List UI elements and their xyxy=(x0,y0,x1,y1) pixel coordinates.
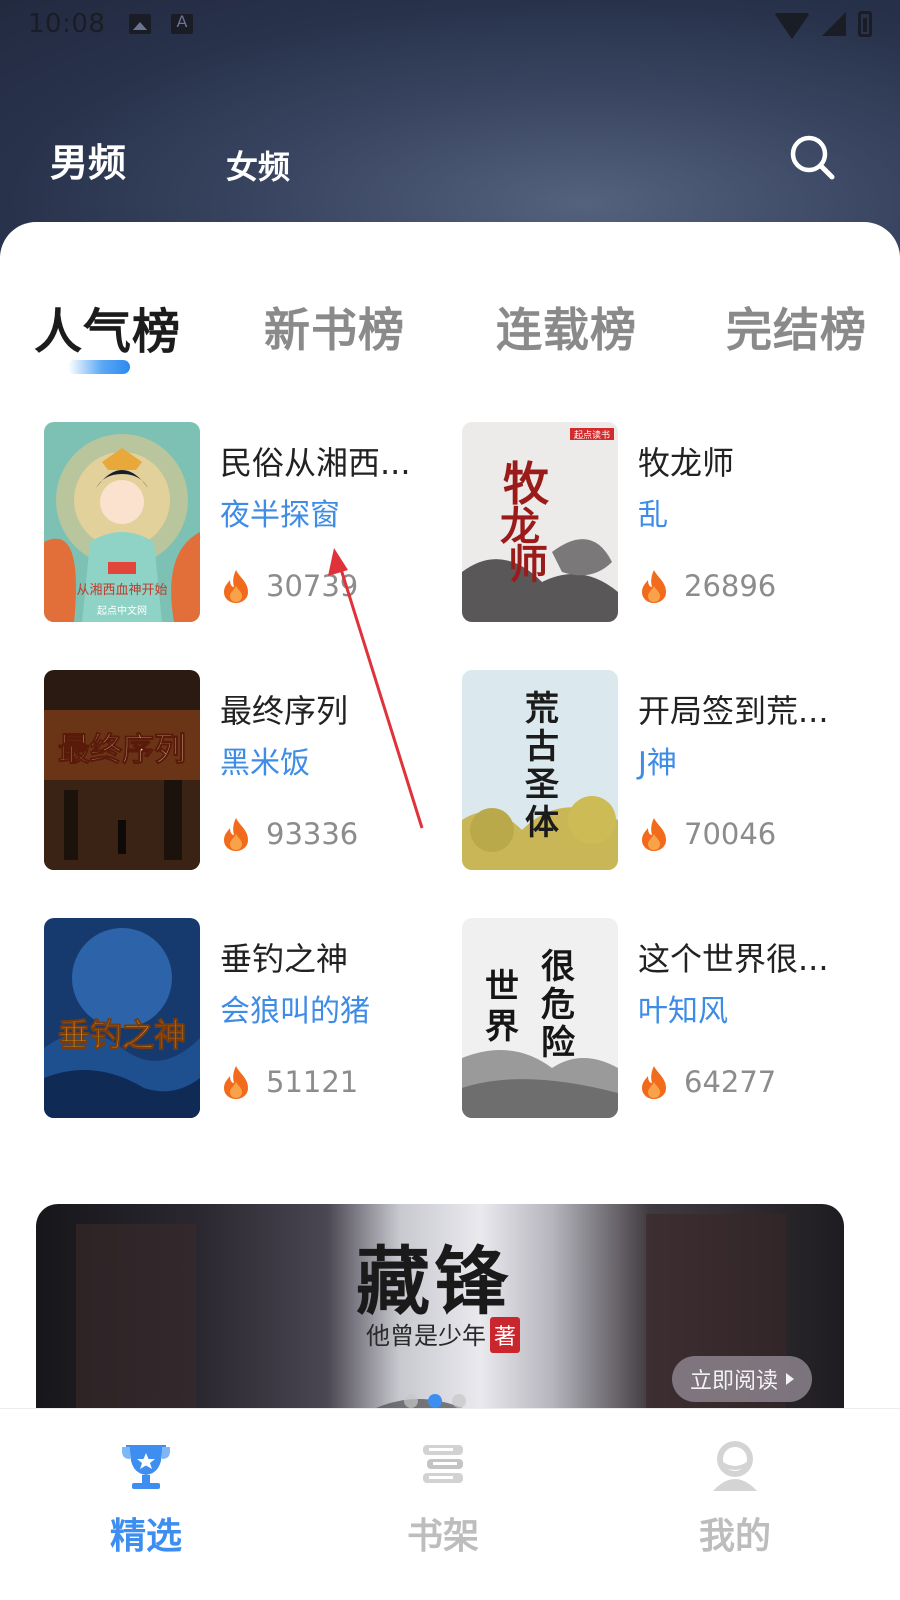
pagination-dot-active[interactable] xyxy=(428,1394,442,1408)
nav-label: 我的 xyxy=(698,1515,771,1557)
book-heat: 93336 xyxy=(220,816,358,852)
flame-icon xyxy=(224,818,248,851)
book-cover[interactable]: 世 界 很 危 险 xyxy=(462,918,618,1118)
svg-text:从湘西血神开始: 从湘西血神开始 xyxy=(76,583,167,598)
tab-completed[interactable]: 完结榜 xyxy=(726,294,867,360)
nav-label: 书架 xyxy=(406,1515,479,1557)
book-title: 垂钓之神 xyxy=(220,940,349,978)
heat-value: 26896 xyxy=(684,569,777,603)
trophy-icon xyxy=(122,1445,170,1489)
book-title: 最终序列 xyxy=(220,692,349,730)
tab-female[interactable]: 女频 xyxy=(226,142,290,188)
svg-text:险: 险 xyxy=(541,1023,576,1063)
image-notification-icon xyxy=(129,14,152,34)
read-now-label: 立即阅读 xyxy=(689,1369,778,1394)
book-heat: 70046 xyxy=(638,816,776,852)
banner-subtitle: 他曾是少年著 xyxy=(366,1316,521,1353)
book-cover[interactable]: 从湘西血神开始 起点中文网 xyxy=(44,422,200,622)
heat-value: 30739 xyxy=(266,569,359,603)
tab-serializing[interactable]: 连载榜 xyxy=(496,294,637,360)
svg-text:荒: 荒 xyxy=(525,689,559,729)
banner-title: 藏锋 xyxy=(356,1239,512,1325)
book-author[interactable]: 黑米饭 xyxy=(220,738,310,782)
svg-text:危: 危 xyxy=(541,985,575,1025)
heat-value: 64277 xyxy=(684,1065,777,1099)
svg-text:很: 很 xyxy=(541,947,575,987)
book-item[interactable]: 从湘西血神开始 起点中文网 民俗从湘西... 夜半探窗 30739 xyxy=(44,422,464,622)
profile-icon xyxy=(713,1441,757,1491)
book-heat: 64277 xyxy=(638,1064,776,1100)
heat-value: 51121 xyxy=(266,1065,359,1099)
play-arrow-icon xyxy=(786,1373,794,1385)
book-item[interactable]: 牧 龙 师 起点读书 牧龙师 乱 26896 xyxy=(462,422,882,622)
book-item[interactable]: 垂钓之神 垂钓之神 会狼叫的猪 51121 xyxy=(44,918,464,1118)
book-title: 民俗从湘西... xyxy=(220,444,411,482)
book-item[interactable]: 荒 古 圣 体 开局签到荒... J神 70046 xyxy=(462,670,882,870)
battery-icon xyxy=(858,11,872,37)
svg-text:师: 师 xyxy=(508,541,548,588)
book-title: 牧龙师 xyxy=(638,444,735,482)
promo-banner[interactable]: 藏锋 他曾是少年著 立即阅读 xyxy=(36,1204,844,1434)
flame-icon xyxy=(642,570,666,603)
book-author[interactable]: 叶知风 xyxy=(638,986,728,1030)
book-title: 这个世界很... xyxy=(638,940,829,978)
search-icon[interactable] xyxy=(788,133,836,181)
book-author[interactable]: 会狼叫的猪 xyxy=(220,986,370,1030)
flame-icon xyxy=(224,570,248,603)
svg-text:界: 界 xyxy=(485,1007,519,1047)
heat-value: 93336 xyxy=(266,817,359,851)
book-item[interactable]: 世 界 很 危 险 这个世界很... 叶知风 64277 xyxy=(462,918,882,1118)
pagination-dot[interactable] xyxy=(404,1394,418,1408)
read-now-button[interactable]: 立即阅读 xyxy=(672,1356,812,1402)
svg-text:圣: 圣 xyxy=(525,765,559,805)
nav-bookshelf[interactable]: 书架 xyxy=(343,1429,543,1559)
book-cover[interactable]: 牧 龙 师 起点读书 xyxy=(462,422,618,622)
tab-popular[interactable]: 人气榜 xyxy=(34,292,181,362)
book-title: 开局签到荒... xyxy=(638,692,829,730)
nav-label: 精选 xyxy=(109,1515,182,1557)
signal-icon xyxy=(822,12,846,36)
book-author[interactable]: 乱 xyxy=(638,490,668,534)
banner-pagination xyxy=(404,1394,466,1408)
book-item[interactable]: 最终序列 最终序列 黑米饭 93336 xyxy=(44,670,464,870)
book-heat: 51121 xyxy=(220,1064,358,1100)
svg-text:最终序列: 最终序列 xyxy=(58,730,186,768)
wifi-icon xyxy=(774,13,810,39)
svg-text:古: 古 xyxy=(525,727,559,767)
pagination-dot[interactable] xyxy=(452,1394,466,1408)
book-author[interactable]: J神 xyxy=(638,738,677,782)
book-heat: 26896 xyxy=(638,568,776,604)
heat-value: 70046 xyxy=(684,817,777,851)
tab-male[interactable]: 男频 xyxy=(50,132,126,187)
book-author[interactable]: 夜半探窗 xyxy=(220,490,340,534)
nav-profile[interactable]: 我的 xyxy=(635,1429,835,1559)
svg-text:起点读书: 起点读书 xyxy=(574,429,610,441)
bottom-navigation: 精选 书架 我的 xyxy=(0,1408,900,1600)
flame-icon xyxy=(642,818,666,851)
svg-text:世: 世 xyxy=(485,967,519,1007)
tab-new-books[interactable]: 新书榜 xyxy=(264,294,405,360)
svg-text:垂钓之神: 垂钓之神 xyxy=(58,1016,186,1054)
banner-subtitle-text: 他曾是少年 xyxy=(366,1322,486,1350)
status-bar: 10:08 xyxy=(0,0,900,48)
flame-icon xyxy=(224,1066,248,1099)
flame-icon xyxy=(642,1066,666,1099)
active-tab-indicator xyxy=(68,360,130,374)
svg-text:体: 体 xyxy=(525,803,559,843)
app-notification-icon xyxy=(171,12,194,34)
book-cover[interactable]: 最终序列 xyxy=(44,670,200,870)
book-cover[interactable]: 荒 古 圣 体 xyxy=(462,670,618,870)
status-time: 10:08 xyxy=(28,9,106,39)
book-heat: 30739 xyxy=(220,568,358,604)
book-cover[interactable]: 垂钓之神 xyxy=(44,918,200,1118)
banner-badge: 著 xyxy=(490,1317,521,1353)
svg-text:起点中文网: 起点中文网 xyxy=(97,604,147,617)
bookshelf-icon xyxy=(423,1445,463,1483)
nav-featured[interactable]: 精选 xyxy=(46,1429,246,1559)
